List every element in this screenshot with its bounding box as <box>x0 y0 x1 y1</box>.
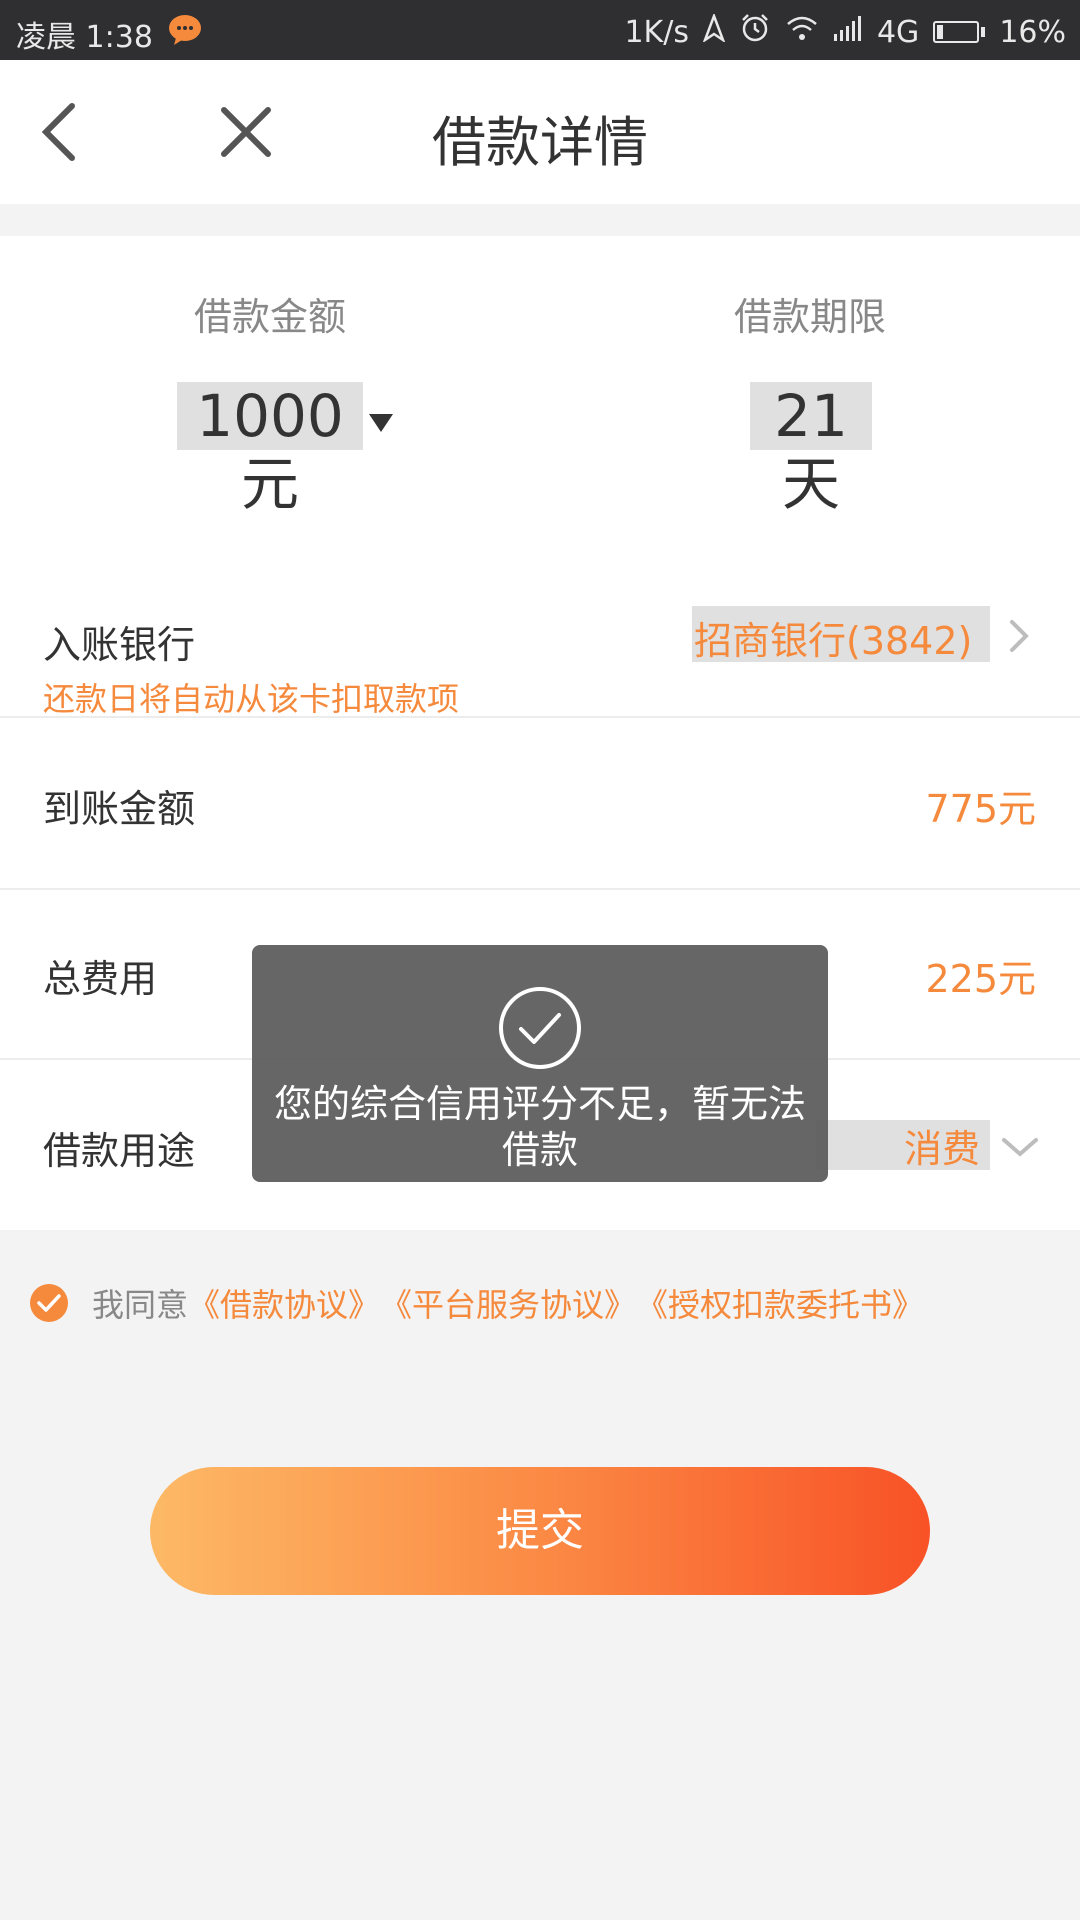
total-fee-label: 总费用 <box>43 957 158 1001</box>
cell-signal-icon <box>833 15 863 50</box>
bank-row[interactable]: 入账银行 招商银行(3842) 还款日将自动从该卡扣取款项 <box>0 548 1080 718</box>
agree-checkbox[interactable] <box>30 1284 68 1322</box>
battery-percent: 16% <box>999 14 1066 50</box>
loan-term-label: 借款期限 <box>733 295 886 339</box>
battery-icon <box>933 21 986 43</box>
bank-label: 入账银行 <box>43 623 196 667</box>
checkmark-icon <box>37 1294 61 1312</box>
loan-amount-select[interactable]: 1000元 <box>177 382 363 518</box>
dropdown-triangle-icon[interactable] <box>369 414 393 432</box>
page-title: 借款详情 <box>432 111 648 174</box>
bank-value[interactable]: 招商银行(3842) <box>694 610 972 665</box>
total-fee-value: 225元 <box>925 957 1036 1001</box>
bank-note: 还款日将自动从该卡扣取款项 <box>43 680 460 718</box>
debit-authorization-link[interactable]: 《授权扣款委托书》 <box>636 1280 924 1326</box>
error-toast: 您的综合信用评分不足，暂无法借款 <box>252 945 828 1182</box>
location-icon <box>702 12 726 50</box>
check-circle-icon <box>499 987 581 1069</box>
purpose-value[interactable]: 消费 <box>904 1118 980 1173</box>
chevron-right-icon[interactable] <box>1004 616 1034 656</box>
status-indicators: 1K/s 4G 16% <box>624 12 1066 52</box>
agree-prefix: 我同意 <box>92 1286 189 1324</box>
network-type: 4G <box>876 14 920 50</box>
status-time: 凌晨 1:38 <box>16 20 153 55</box>
wifi-icon <box>785 14 819 50</box>
toast-message: 您的综合信用评分不足，暂无法借款 <box>273 1082 806 1172</box>
receive-amount-row: 到账金额 775元 <box>0 718 1080 888</box>
purpose-label: 借款用途 <box>43 1129 196 1173</box>
loan-amount-label: 借款金额 <box>193 295 346 339</box>
status-bar: 凌晨 1:38 1K/s 4G 16% <box>0 0 1080 60</box>
loan-agreement-link[interactable]: 《借款协议》 <box>188 1280 380 1326</box>
nav-header: 借款详情 <box>0 60 1080 204</box>
loan-term-value[interactable]: 21天 <box>750 382 872 518</box>
receive-amount-value: 775元 <box>925 787 1036 831</box>
receive-amount-label: 到账金额 <box>43 787 196 831</box>
loan-summary: 借款金额 1000元 借款期限 21天 <box>0 236 1080 548</box>
chevron-down-icon[interactable] <box>1000 1132 1040 1162</box>
submit-button[interactable]: 提交 <box>150 1467 930 1595</box>
alarm-icon <box>739 12 771 52</box>
agreement-row: 我同意 《借款协议》 《平台服务协议》 《授权扣款委托书》 <box>30 1282 924 1324</box>
chat-bubble-icon <box>168 14 202 54</box>
platform-service-agreement-link[interactable]: 《平台服务协议》 <box>380 1280 636 1326</box>
network-speed: 1K/s <box>624 14 689 50</box>
